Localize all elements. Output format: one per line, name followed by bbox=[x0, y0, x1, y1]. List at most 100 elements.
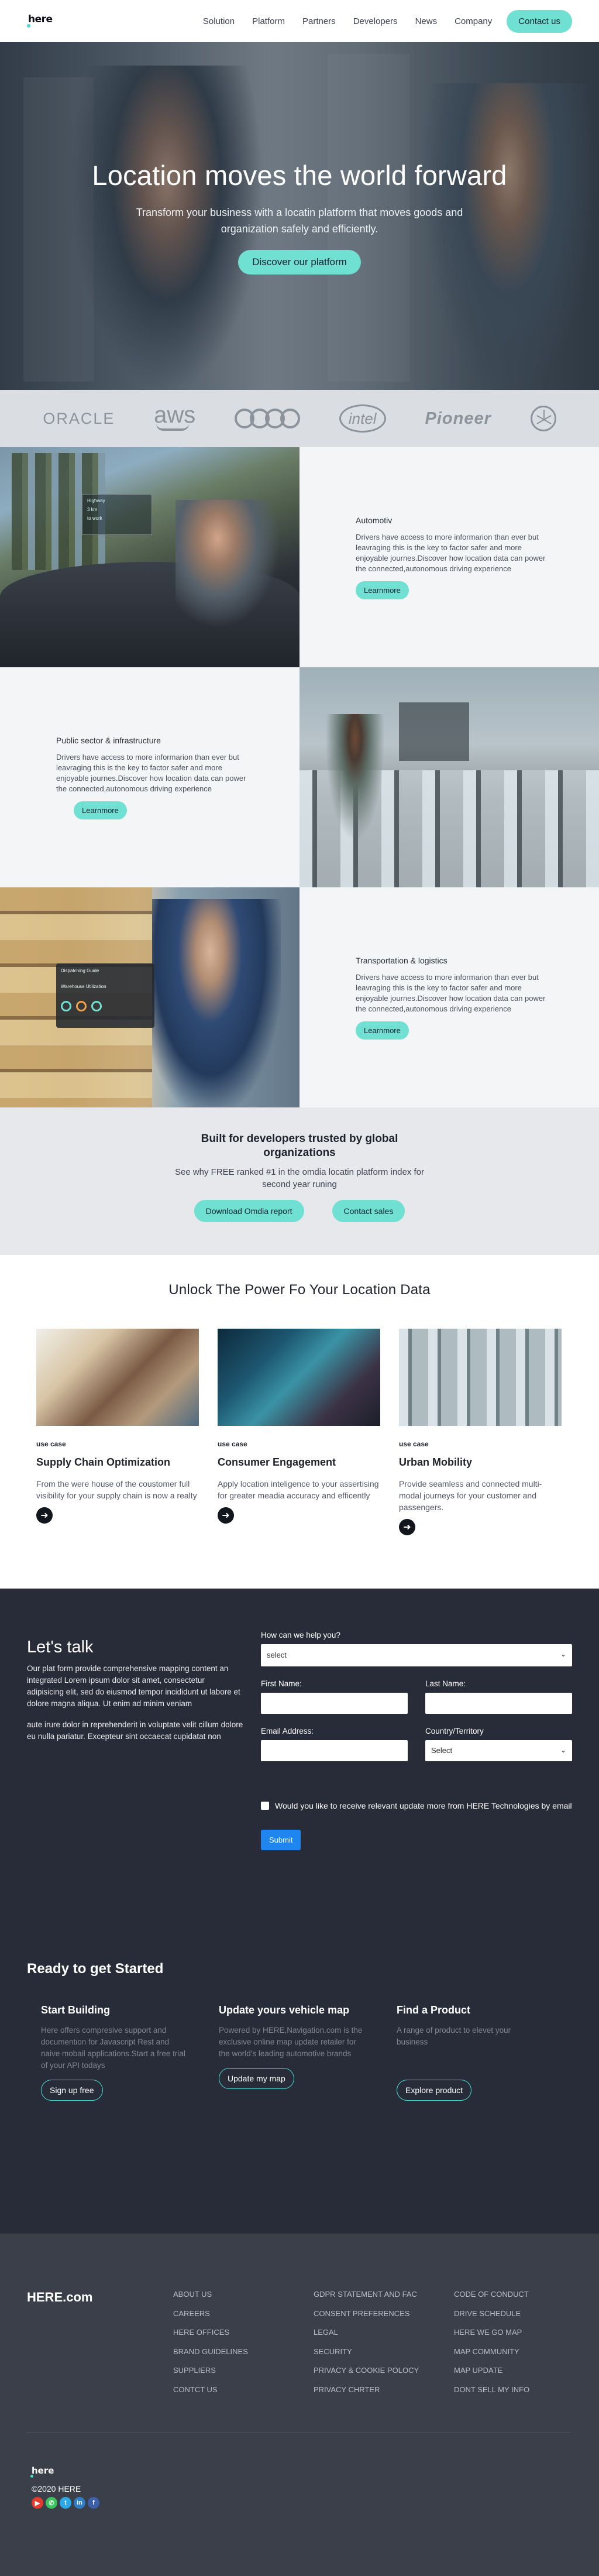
arrow-right-icon[interactable]: ➜ bbox=[399, 1519, 415, 1535]
industry-automotive: Highway 3 km to work Automotiv Drivers h… bbox=[0, 447, 599, 667]
trusted-buttons: Download Omdia report Contact sales bbox=[0, 1200, 599, 1222]
country-select[interactable]: Select ⌄ bbox=[425, 1740, 572, 1761]
nav-link-platform[interactable]: Platform bbox=[243, 16, 294, 26]
linkedin-icon[interactable]: in bbox=[74, 2497, 85, 2509]
last-name-input[interactable] bbox=[425, 1693, 572, 1714]
use-case-card[interactable]: use case Supply Chain Optimization From … bbox=[36, 1329, 199, 1535]
email-input[interactable] bbox=[261, 1740, 408, 1761]
oracle-logo: ORACLE bbox=[43, 409, 115, 427]
hud-line-1: Highway bbox=[87, 498, 105, 503]
twitter-icon[interactable]: t bbox=[60, 2497, 71, 2509]
footer-brand[interactable]: HERE.com bbox=[27, 2290, 92, 2305]
chevron-down-icon: ⌄ bbox=[560, 1650, 566, 1658]
contact-us-button[interactable]: Contact us bbox=[507, 9, 572, 33]
industry-body: Drivers have access to more informarion … bbox=[356, 972, 546, 1013]
footer-link[interactable]: BRAND GUIDELINES bbox=[173, 2347, 248, 2357]
footer-link[interactable]: MAP COMMUNITY bbox=[454, 2347, 529, 2357]
download-report-button[interactable]: Download Omdia report bbox=[194, 1200, 304, 1222]
talk-title: Let's talk bbox=[27, 1638, 94, 1656]
find-product-column: Find a Product A range of product to ele… bbox=[397, 2004, 559, 2101]
footer-link[interactable]: LEGAL bbox=[314, 2328, 419, 2337]
youtube-icon[interactable]: ▶ bbox=[32, 2497, 43, 2509]
arrow-right-icon[interactable]: ➜ bbox=[218, 1507, 234, 1524]
footer-link[interactable]: GDPR STATEMENT AND FAC bbox=[314, 2290, 419, 2299]
warehouse-image: Dispatching Guide Warehouse Utilization bbox=[0, 887, 300, 1107]
nav-link-partners[interactable]: Partners bbox=[294, 16, 345, 26]
nav-link-developers[interactable]: Developers bbox=[345, 16, 407, 26]
footer-link[interactable]: SUPPLIERS bbox=[173, 2366, 248, 2375]
footer-link[interactable]: CAREERS bbox=[173, 2309, 248, 2318]
card-body: Provide seamless and connected multi-mod… bbox=[399, 1479, 542, 1512]
footer-link[interactable]: SECURITY bbox=[314, 2347, 419, 2357]
logo-dot bbox=[27, 24, 30, 28]
pioneer-logo: Pioneer bbox=[425, 409, 491, 428]
hero-section: Location moves the world forward Transfo… bbox=[0, 42, 599, 390]
use-case-card[interactable]: use case Urban Mobility Provide seamless… bbox=[399, 1329, 562, 1535]
ring-chart-icon bbox=[91, 1001, 102, 1011]
help-select-value: select bbox=[267, 1651, 287, 1659]
discover-platform-button[interactable]: Discover our platform bbox=[238, 250, 361, 275]
ring-chart-icon bbox=[61, 1001, 71, 1011]
footer-link[interactable]: DRIVE SCHEDULE bbox=[454, 2309, 529, 2318]
footer-link[interactable]: ABOUT US bbox=[173, 2290, 248, 2299]
nav-link-company[interactable]: Company bbox=[446, 16, 501, 26]
facebook-icon[interactable]: f bbox=[88, 2497, 99, 2509]
learn-more-button[interactable]: Learnmore bbox=[356, 581, 409, 599]
learn-more-button[interactable]: Learnmore bbox=[356, 1021, 409, 1040]
email-optin: Would you like to receive relevant updat… bbox=[261, 1800, 572, 1812]
card-title: Consumer Engagement bbox=[218, 1456, 336, 1468]
footer-link[interactable]: HERE OFFICES bbox=[173, 2328, 248, 2337]
ready-col-body: A range of product to elevet your busine… bbox=[397, 2026, 511, 2046]
explore-product-button[interactable]: Explore product bbox=[397, 2080, 472, 2101]
nav-link-solution[interactable]: Solution bbox=[194, 16, 243, 26]
ready-col-title: Update yours vehicle map bbox=[219, 2004, 350, 2016]
logo-wordmark: here bbox=[28, 13, 53, 25]
first-name-input[interactable] bbox=[261, 1693, 408, 1714]
hud-line-2: 3 km bbox=[87, 507, 98, 512]
footer-column-2: GDPR STATEMENT AND FAC CONSENT PREFERENC… bbox=[314, 2290, 419, 2404]
whatsapp-icon[interactable]: ✆ bbox=[46, 2497, 57, 2509]
learn-more-button[interactable]: Learnmore bbox=[74, 801, 127, 819]
footer-logo[interactable]: here bbox=[30, 2464, 54, 2482]
submit-button[interactable]: Submit bbox=[261, 1830, 301, 1850]
update-map-button[interactable]: Update my map bbox=[219, 2068, 294, 2089]
ready-col-title: Find a Product bbox=[397, 2004, 470, 2016]
hero-content: Location moves the world forward Transfo… bbox=[0, 159, 599, 275]
audi-logo bbox=[235, 409, 301, 428]
industry-public-sector: Public sector & infrastructure Drivers h… bbox=[0, 667, 599, 887]
talk-paragraph-1: Our plat form provide comprehensive mapp… bbox=[27, 1664, 240, 1708]
here-logo[interactable]: here bbox=[27, 10, 53, 32]
name-row: First Name: Last Name: bbox=[261, 1679, 572, 1714]
industry-title: Transportation & logistics bbox=[356, 955, 447, 965]
country-group: Country/Territory Select ⌄ bbox=[425, 1727, 572, 1761]
supply-chain-image bbox=[36, 1329, 199, 1426]
use-case-card[interactable]: use case Consumer Engagement Apply locat… bbox=[218, 1329, 380, 1535]
footer-link[interactable]: CONSENT PREFERENCES bbox=[314, 2309, 419, 2318]
first-name-group: First Name: bbox=[261, 1679, 408, 1714]
public-sector-text: Public sector & infrastructure Drivers h… bbox=[0, 667, 300, 887]
footer-logo-wordmark: here bbox=[32, 2465, 54, 2476]
footer-link[interactable]: CODE OF CONDUCT bbox=[454, 2290, 529, 2299]
footer-link[interactable]: HERE WE GO MAP bbox=[454, 2328, 529, 2337]
arrow-right-icon[interactable]: ➜ bbox=[36, 1507, 53, 1524]
footer: HERE.com ABOUT US CAREERS HERE OFFICES B… bbox=[0, 2234, 599, 2576]
dispatch-panel: Dispatching Guide Warehouse Utilization bbox=[56, 963, 154, 1028]
card-title: Urban Mobility bbox=[399, 1456, 472, 1468]
hud-line-3: to work bbox=[87, 516, 102, 521]
last-name-label: Last Name: bbox=[425, 1679, 466, 1688]
nav-link-news[interactable]: News bbox=[407, 16, 446, 26]
footer-link[interactable]: DONT SELL MY INFO bbox=[454, 2385, 529, 2395]
update-map-column: Update yours vehicle map Powered by HERE… bbox=[219, 2004, 381, 2089]
footer-link[interactable]: PRIVACY CHRTER bbox=[314, 2385, 419, 2395]
sign-up-button[interactable]: Sign up free bbox=[41, 2080, 103, 2101]
social-links: ▶ ✆ t in f bbox=[32, 2497, 99, 2509]
footer-link[interactable]: CONTCT US bbox=[173, 2385, 248, 2395]
contact-sales-button[interactable]: Contact sales bbox=[332, 1200, 405, 1222]
ring-chart-icon bbox=[76, 1001, 87, 1011]
country-select-value: Select bbox=[431, 1746, 453, 1755]
optin-checkbox[interactable] bbox=[261, 1802, 269, 1810]
last-name-group: Last Name: bbox=[425, 1679, 572, 1714]
footer-link[interactable]: MAP UPDATE bbox=[454, 2366, 529, 2375]
help-select[interactable]: select ⌄ bbox=[261, 1644, 572, 1666]
footer-link[interactable]: PRIVACY & COOKIE POLOCY bbox=[314, 2366, 419, 2375]
